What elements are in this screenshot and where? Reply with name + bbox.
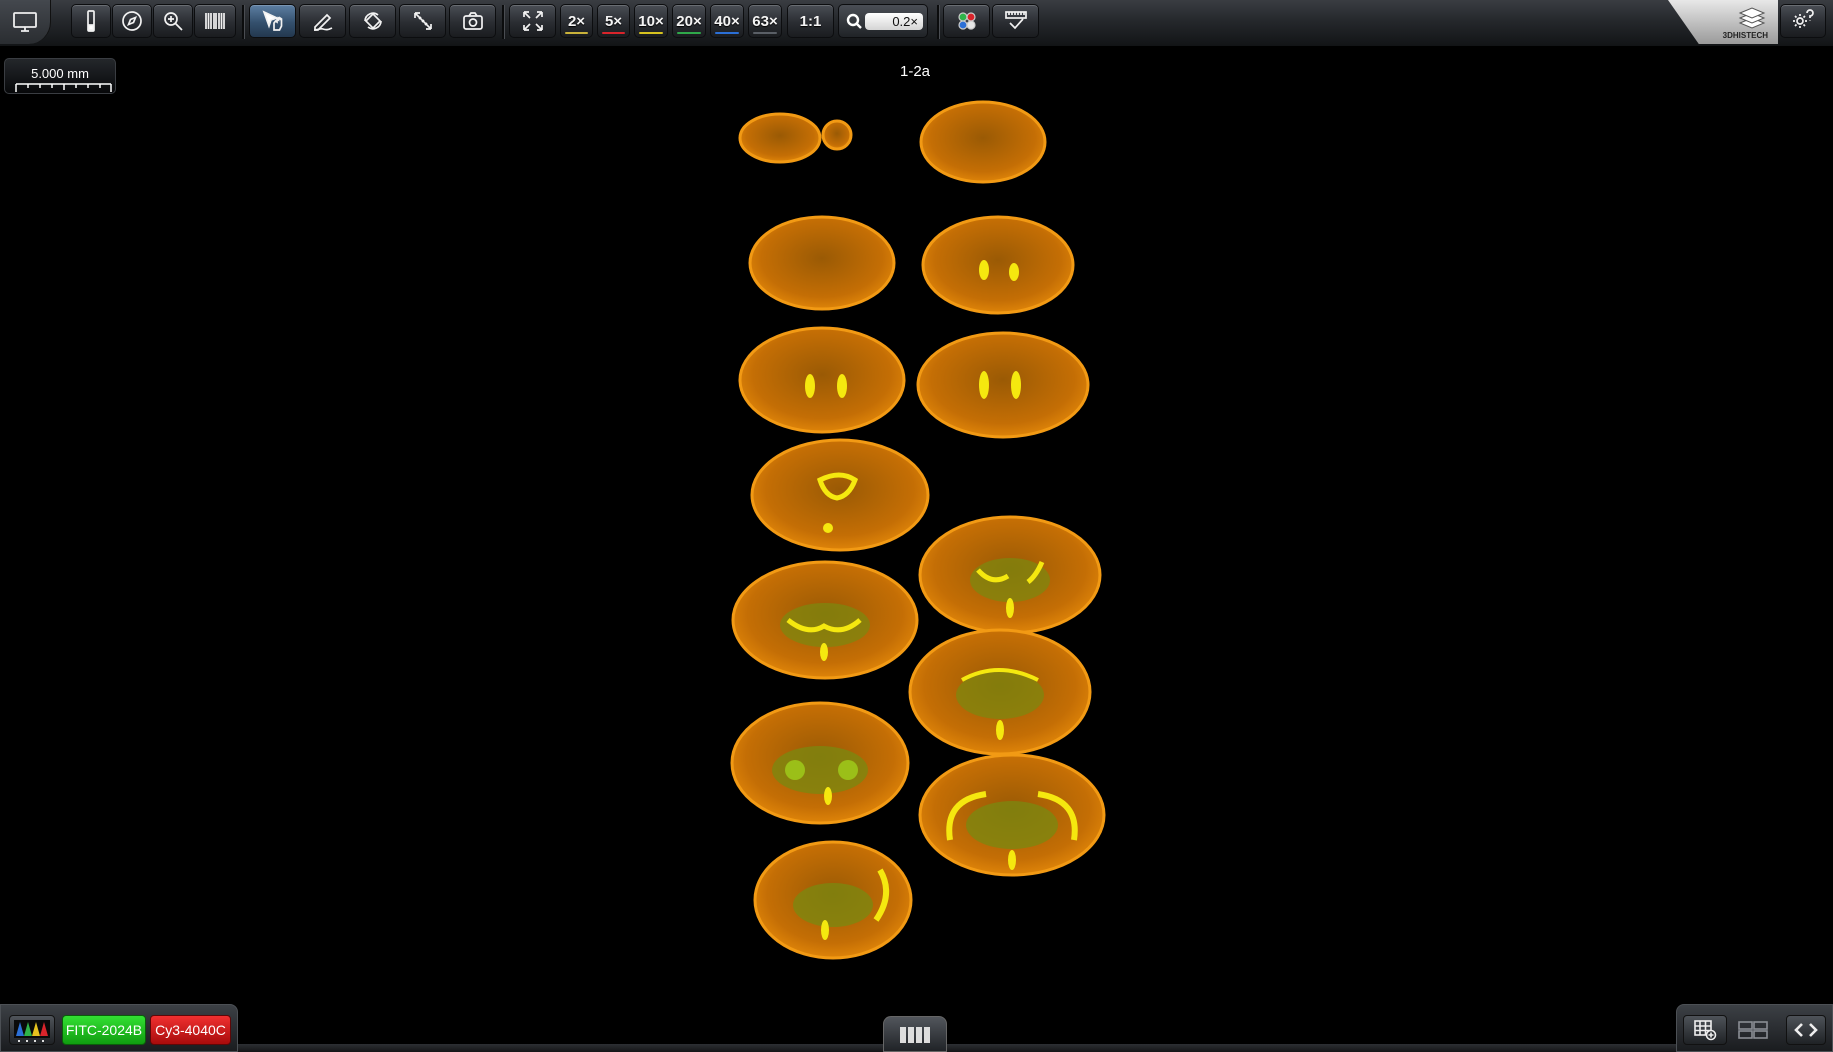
channel-settings-button[interactable]: [9, 1015, 55, 1045]
brain-section-2: [919, 100, 1047, 184]
settings-help-button[interactable]: [1780, 4, 1826, 38]
brain-section-11: [730, 701, 910, 825]
mag-20x-button[interactable]: 20×: [672, 4, 706, 38]
mag-20x-label: 20×: [676, 12, 702, 30]
brain-section-5: [738, 326, 906, 434]
channel-cy3-button[interactable]: Cy3-4040C: [150, 1015, 231, 1045]
rotate-tool-button[interactable]: [349, 4, 396, 38]
pointer-tool-button[interactable]: [249, 4, 296, 38]
navigator-icon: [122, 11, 142, 31]
scale-bar-label: 5.000 mm: [31, 66, 89, 81]
channels-icon: [957, 12, 976, 30]
mag-63x-indicator: [753, 32, 777, 34]
zoom-level-input[interactable]: [865, 13, 923, 30]
mag-40x-label: 40×: [714, 12, 740, 30]
brain-section-8: [918, 515, 1102, 635]
toolbar-separator: [937, 5, 940, 39]
scale-ruler: [15, 83, 112, 92]
mag-5x-button[interactable]: 5×: [597, 4, 630, 38]
magnifier-button[interactable]: [153, 4, 193, 38]
toolbar-separator: [242, 5, 245, 39]
zoom-icon: [164, 12, 183, 31]
snapshot-icon: [462, 12, 483, 30]
fit-screen-button[interactable]: [509, 4, 556, 38]
measure-icon: [413, 12, 432, 30]
mag-10x-button[interactable]: 10×: [634, 4, 668, 38]
gear-help-icon: [1793, 9, 1814, 28]
measure-tool-button[interactable]: [399, 4, 446, 38]
split-layout-icon: [1738, 1021, 1768, 1039]
monitor-icon: [13, 12, 37, 32]
fit-screen-icon: [522, 11, 543, 31]
one-to-one-label: 1:1: [799, 12, 822, 30]
rotate-icon: [363, 12, 382, 30]
scale-bar: 5.000 mm: [4, 58, 116, 94]
brain-section-6: [916, 331, 1090, 439]
brain-section-4: [921, 215, 1075, 315]
snapshot-button[interactable]: [449, 4, 496, 38]
zoom-level-control: [838, 4, 928, 38]
view-layout-panel: [1676, 1004, 1833, 1052]
brain-section-1: [738, 112, 853, 164]
mag-5x-indicator: [602, 32, 625, 34]
mag-5x-label: 5×: [604, 12, 623, 30]
ruler-check-button[interactable]: [992, 4, 1039, 38]
brand-logo-icon: [1738, 6, 1766, 29]
channels-button[interactable]: [943, 4, 990, 38]
mag-2x-button[interactable]: 2×: [560, 4, 593, 38]
toolbar-separator: [502, 5, 505, 39]
bottom-panel-handle[interactable]: [883, 1016, 947, 1052]
main-toolbar: 2× 5× 10× 20× 40× 63× 1:1 0.2× 3DHISTECH: [0, 0, 1833, 47]
mag-63x-button[interactable]: 63×: [748, 4, 782, 38]
slide-icon: [87, 10, 95, 32]
brain-section-12: [918, 753, 1106, 877]
brain-section-3: [748, 215, 896, 311]
mag-63x-label: 63×: [752, 12, 778, 30]
barcode-button[interactable]: [194, 4, 236, 38]
slide-button[interactable]: [71, 4, 111, 38]
navigator-button[interactable]: [112, 4, 152, 38]
barcode-icon: [205, 13, 225, 29]
annotation-tool-button[interactable]: [299, 4, 346, 38]
brain-section-9: [731, 560, 919, 680]
channel-panel: FITC-2024B Cy3-4040C: [0, 1004, 238, 1052]
prev-next-view-button[interactable]: [1786, 1015, 1826, 1045]
brand-logo: 3DHISTECH: [1668, 0, 1778, 44]
brain-section-10: [908, 628, 1092, 756]
annotate-icon: [313, 13, 332, 31]
panel-handle-icon: [900, 1027, 930, 1043]
mag-40x-indicator: [715, 32, 739, 34]
slide-title: 1-2a: [899, 63, 931, 80]
channel-fitc-button[interactable]: FITC-2024B: [62, 1015, 146, 1045]
brand-name: 3DHISTECH: [1722, 30, 1768, 40]
split-view-button[interactable]: [1731, 1015, 1775, 1045]
add-view-button[interactable]: [1683, 1015, 1727, 1045]
mag-2x-indicator: [565, 32, 588, 34]
chevron-left-right-icon: [1794, 1023, 1818, 1037]
mag-10x-indicator: [639, 32, 663, 34]
ruler-check-icon: [1004, 11, 1027, 30]
tissue-image[interactable]: [700, 80, 1120, 980]
brain-section-7: [750, 438, 930, 552]
mag-20x-indicator: [677, 32, 701, 34]
zoom-search-icon: [846, 13, 862, 29]
mag-2x-label: 2×: [567, 12, 586, 30]
brain-section-13: [753, 840, 913, 960]
mag-10x-label: 10×: [638, 12, 664, 30]
monitor-button[interactable]: [0, 0, 51, 44]
one-to-one-button[interactable]: 1:1: [787, 4, 834, 38]
pointer-hand-icon: [262, 10, 282, 31]
mag-40x-button[interactable]: 40×: [710, 4, 744, 38]
fluorescence-channels-icon: [14, 1020, 50, 1042]
grid-add-icon: [1694, 1020, 1717, 1041]
